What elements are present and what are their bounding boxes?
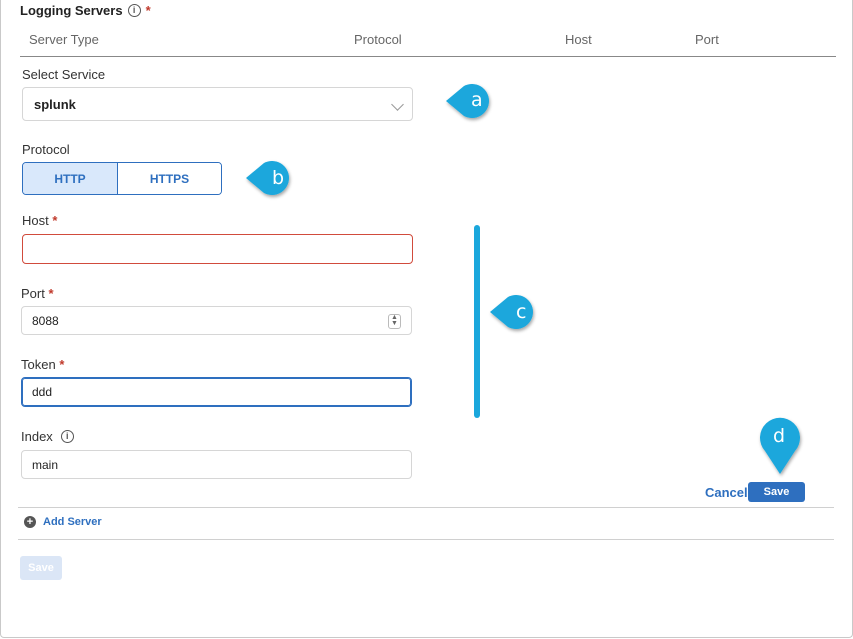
callout-c-label: c [516,301,527,323]
index-info-icon[interactable]: i [60,430,74,443]
port-input[interactable]: 8088 ▲ ▼ [21,306,412,335]
host-label: Host * [22,213,57,228]
index-label: Index i [21,429,74,444]
header-divider [20,56,836,57]
callout-a-label: a [471,89,483,111]
divider-bottom [18,539,834,540]
index-label-text: Index [21,429,53,444]
token-input[interactable]: ddd [21,377,412,407]
port-input-value: 8088 [32,314,59,328]
callout-b-label: b [272,167,285,189]
footer-save-button[interactable]: Save [20,556,62,580]
column-header-host: Host [565,32,592,47]
section-title-text: Logging Servers [20,3,123,18]
callout-d-label: d [773,425,786,447]
host-label-text: Host [22,213,49,228]
column-header-port: Port [695,32,719,47]
add-server-button[interactable]: + Add Server [24,516,102,528]
host-required-mark: * [52,213,58,228]
index-input[interactable]: main [21,450,412,479]
chevron-down-icon [391,98,404,111]
divider-top [18,507,834,508]
service-select[interactable]: splunk [22,87,413,121]
host-input[interactable] [22,234,413,264]
port-label: Port * [21,286,54,301]
info-icon[interactable]: i [127,4,141,17]
token-required-mark: * [59,357,65,372]
column-header-protocol: Protocol [354,32,402,47]
required-mark: * [145,3,151,18]
protocol-option-https[interactable]: HTTPS [118,163,221,194]
section-title: Logging Servers i * [20,3,151,18]
index-input-value: main [32,458,59,472]
callout-b-marker [246,161,289,195]
port-required-mark: * [48,286,54,301]
token-input-value: ddd [32,385,53,399]
protocol-toggle: HTTP HTTPS [22,162,222,195]
save-button[interactable]: Save [748,482,805,502]
token-label: Token * [21,357,64,372]
cancel-button[interactable]: Cancel [705,485,748,500]
stepper-icon[interactable]: ▲ ▼ [388,314,401,329]
add-icon: + [24,516,36,528]
protocol-option-http[interactable]: HTTP [23,163,118,194]
select-service-label: Select Service [22,67,106,82]
token-label-text: Token [21,357,56,372]
service-select-value: splunk [34,97,76,112]
add-server-label: Add Server [43,516,102,528]
column-header-server-type: Server Type [29,32,99,47]
callout-c-bracket [474,225,480,418]
port-label-text: Port [21,286,45,301]
protocol-label: Protocol [22,142,70,157]
